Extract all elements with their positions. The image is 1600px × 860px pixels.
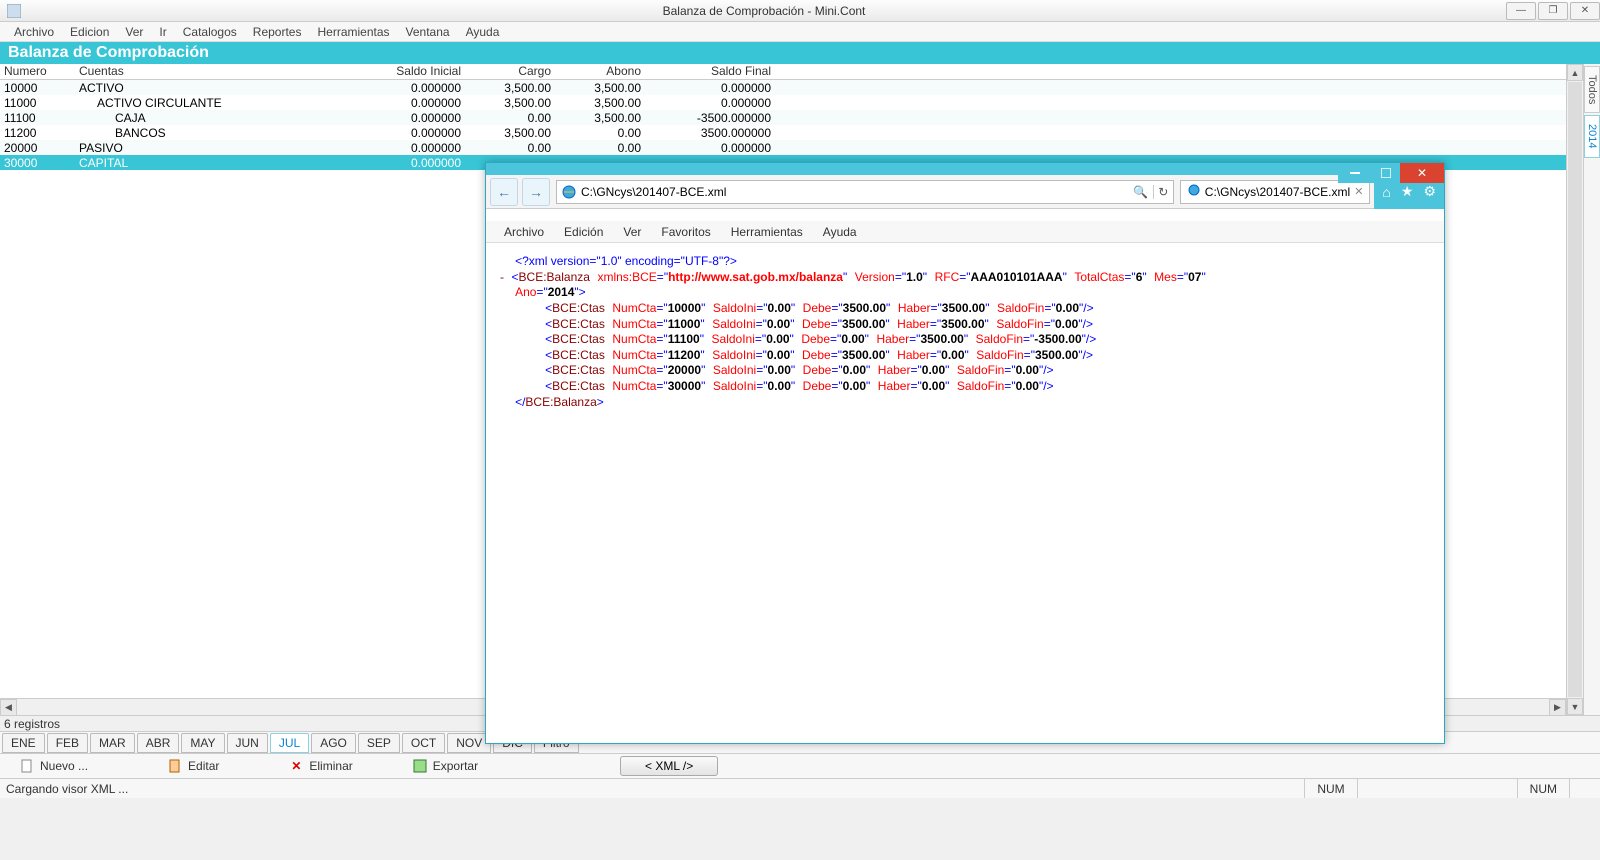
- minimize-button[interactable]: —: [1506, 2, 1536, 20]
- ie-address-bar[interactable]: 🔍 ↻: [556, 180, 1174, 204]
- year-side-tabs: Todos 2014: [1583, 64, 1600, 715]
- ie-home-icon[interactable]: ⌂: [1382, 184, 1390, 200]
- ie-tools-icon[interactable]: ⚙: [1423, 183, 1436, 200]
- col-numero[interactable]: Numero: [0, 64, 75, 79]
- ie-forward-button[interactable]: →: [522, 178, 550, 206]
- side-tab-Todos[interactable]: Todos: [1584, 66, 1600, 113]
- col-cargo[interactable]: Cargo: [465, 64, 555, 79]
- month-tab-FEB[interactable]: FEB: [47, 733, 88, 753]
- vertical-scrollbar[interactable]: ▲ ▼: [1566, 64, 1583, 715]
- col-saldo-final[interactable]: Saldo Final: [645, 64, 775, 79]
- eliminar-button[interactable]: ✕ Eliminar: [279, 757, 362, 775]
- menu-ventana[interactable]: Ventana: [398, 23, 458, 41]
- ie-menu-ver[interactable]: Ver: [613, 223, 651, 241]
- month-tab-MAY[interactable]: MAY: [181, 733, 224, 753]
- menu-ir[interactable]: Ir: [151, 23, 174, 41]
- scroll-down-icon[interactable]: ▼: [1567, 698, 1583, 715]
- month-tab-OCT[interactable]: OCT: [402, 733, 445, 753]
- ie-tab-close-icon[interactable]: ✕: [1354, 185, 1363, 198]
- main-titlebar: Balanza de Comprobación - Mini.Cont — ❐ …: [0, 0, 1600, 22]
- menu-catalogos[interactable]: Catalogos: [175, 23, 245, 41]
- col-cuentas[interactable]: Cuentas: [75, 64, 385, 79]
- table-row[interactable]: 11200BANCOS0.0000003,500.000.003500.0000…: [0, 125, 1566, 140]
- scroll-left-icon[interactable]: ◀: [0, 699, 17, 716]
- exportar-button[interactable]: Exportar: [403, 757, 488, 775]
- ie-url-input[interactable]: [581, 185, 1129, 199]
- ie-tab-label: C:\GNcys\201407-BCE.xml: [1205, 185, 1350, 199]
- col-saldo-inicial[interactable]: Saldo Inicial: [385, 64, 465, 79]
- action-toolbar: Nuevo ... Editar ✕ Eliminar Exportar < X…: [0, 753, 1600, 778]
- menu-edicion[interactable]: Edicion: [62, 23, 117, 41]
- ie-menu-favoritos[interactable]: Favoritos: [651, 223, 720, 241]
- ie-logo-icon: [561, 184, 577, 200]
- month-tab-ABR[interactable]: ABR: [137, 733, 180, 753]
- editar-label: Editar: [188, 759, 219, 773]
- new-icon: [20, 759, 34, 773]
- scroll-thumb[interactable]: [1568, 82, 1582, 697]
- ie-search-icon[interactable]: 🔍: [1133, 185, 1149, 199]
- editar-button[interactable]: Editar: [158, 757, 229, 775]
- ie-menu-herramientas[interactable]: Herramientas: [721, 223, 813, 241]
- export-icon: [413, 759, 427, 773]
- month-tab-ENE[interactable]: ENE: [2, 733, 45, 753]
- menu-herramientas[interactable]: Herramientas: [309, 23, 397, 41]
- scroll-right-icon[interactable]: ▶: [1549, 699, 1566, 716]
- ie-navbar: ← → 🔍 ↻ C:\GNcys\201407-BCE.xml ✕ ⌂ ★ ⚙: [486, 175, 1444, 209]
- delete-icon: ✕: [289, 759, 303, 773]
- ie-minimize-button[interactable]: [1338, 163, 1372, 183]
- ie-menu-edición[interactable]: Edición: [554, 223, 613, 241]
- col-abono[interactable]: Abono: [555, 64, 645, 79]
- table-row[interactable]: 20000PASIVO0.0000000.000.000.000000: [0, 140, 1566, 155]
- month-tab-JUL[interactable]: JUL: [270, 733, 309, 753]
- status-num2: NUM: [1517, 779, 1569, 798]
- ie-favorites-icon[interactable]: ★: [1401, 183, 1414, 200]
- status-loading: Cargando visor XML ...: [6, 782, 128, 796]
- ie-window: ← → 🔍 ↻ C:\GNcys\201407-BCE.xml ✕ ⌂ ★ ⚙ …: [485, 162, 1445, 744]
- ie-menubar: ArchivoEdiciónVerFavoritosHerramientasAy…: [486, 221, 1444, 243]
- close-button[interactable]: ✕: [1570, 2, 1600, 20]
- side-tab-2014[interactable]: 2014: [1584, 115, 1600, 157]
- table-row[interactable]: 11100CAJA0.0000000.003,500.00-3500.00000…: [0, 110, 1566, 125]
- status-num: NUM: [1304, 779, 1356, 798]
- table-row[interactable]: 11000ACTIVO CIRCULANTE0.0000003,500.003,…: [0, 95, 1566, 110]
- nuevo-button[interactable]: Nuevo ...: [10, 757, 98, 775]
- table-row[interactable]: 10000ACTIVO0.0000003,500.003,500.000.000…: [0, 80, 1566, 95]
- menu-reportes[interactable]: Reportes: [245, 23, 310, 41]
- app-icon: [4, 3, 24, 19]
- ie-back-button[interactable]: ←: [490, 178, 518, 206]
- month-tab-AGO[interactable]: AGO: [311, 733, 356, 753]
- ie-menu-ayuda[interactable]: Ayuda: [813, 223, 867, 241]
- ie-menu-archivo[interactable]: Archivo: [494, 223, 554, 241]
- ie-close-button[interactable]: ✕: [1400, 163, 1444, 183]
- month-tab-SEP[interactable]: SEP: [358, 733, 400, 753]
- main-menubar: ArchivoEdicionVerIrCatalogosReportesHerr…: [0, 22, 1600, 42]
- ie-tab[interactable]: C:\GNcys\201407-BCE.xml ✕: [1180, 180, 1371, 204]
- ie-document-body: <?xml version="1.0" encoding="UTF-8"?> -…: [486, 243, 1444, 743]
- ie-tab-icon: [1187, 183, 1201, 200]
- exportar-label: Exportar: [433, 759, 478, 773]
- nuevo-label: Nuevo ...: [40, 759, 88, 773]
- ie-refresh-icon[interactable]: ↻: [1153, 185, 1169, 199]
- window-title: Balanza de Comprobación - Mini.Cont: [24, 4, 1504, 18]
- scroll-up-icon[interactable]: ▲: [1567, 64, 1583, 81]
- statusbar: Cargando visor XML ... NUM NUM: [0, 778, 1600, 798]
- month-tab-JUN[interactable]: JUN: [227, 733, 268, 753]
- grid-header-row: Numero Cuentas Saldo Inicial Cargo Abono…: [0, 64, 1566, 80]
- edit-icon: [168, 759, 182, 773]
- menu-archivo[interactable]: Archivo: [6, 23, 62, 41]
- xml-button[interactable]: < XML />: [620, 756, 718, 776]
- eliminar-label: Eliminar: [309, 759, 352, 773]
- page-title: Balanza de Comprobación: [0, 42, 1600, 64]
- month-tab-MAR[interactable]: MAR: [90, 733, 135, 753]
- ie-maximize-button[interactable]: [1372, 163, 1400, 183]
- menu-ver[interactable]: Ver: [117, 23, 151, 41]
- maximize-button[interactable]: ❐: [1538, 2, 1568, 20]
- menu-ayuda[interactable]: Ayuda: [458, 23, 508, 41]
